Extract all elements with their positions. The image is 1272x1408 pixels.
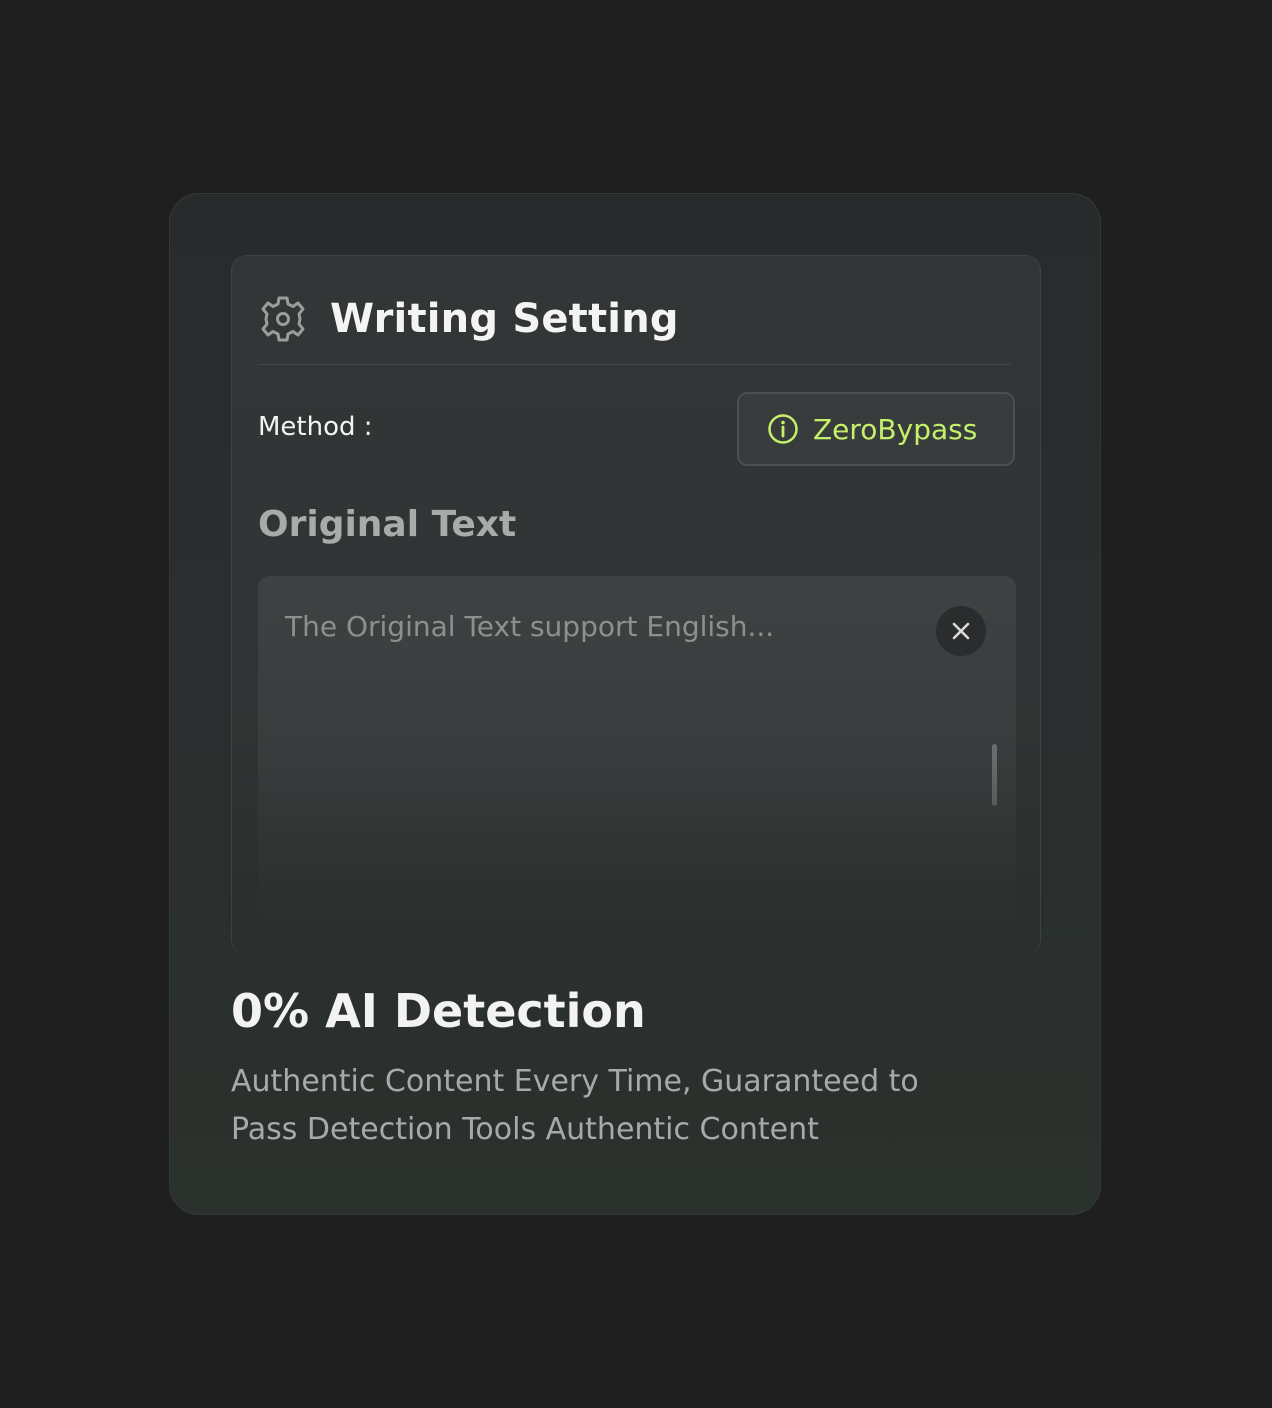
- panel-header: Writing Setting: [258, 294, 679, 344]
- textarea-scrollbar[interactable]: [992, 744, 997, 806]
- textarea-placeholder: The Original Text support English...: [285, 610, 775, 643]
- method-value: ZeroBypass: [813, 412, 978, 446]
- feature-description: Authentic Content Every Time, Guaranteed…: [231, 1064, 919, 1147]
- info-icon: [767, 413, 799, 445]
- original-text-input[interactable]: The Original Text support English...: [258, 576, 1016, 955]
- feature-card: Writing Setting Method : ZeroBypass Orig…: [169, 193, 1101, 1215]
- method-label: Method :: [258, 412, 373, 442]
- original-text-heading: Original Text: [258, 504, 517, 545]
- feature-headline: 0% AI Detection: [231, 984, 646, 1038]
- panel-title: Writing Setting: [330, 296, 679, 342]
- method-select-button[interactable]: ZeroBypass: [737, 392, 1015, 466]
- header-divider: [258, 364, 1012, 365]
- writing-setting-panel: Writing Setting Method : ZeroBypass Orig…: [231, 255, 1041, 955]
- gear-icon: [258, 294, 308, 344]
- clear-text-button[interactable]: [936, 606, 986, 656]
- close-icon: [950, 620, 972, 642]
